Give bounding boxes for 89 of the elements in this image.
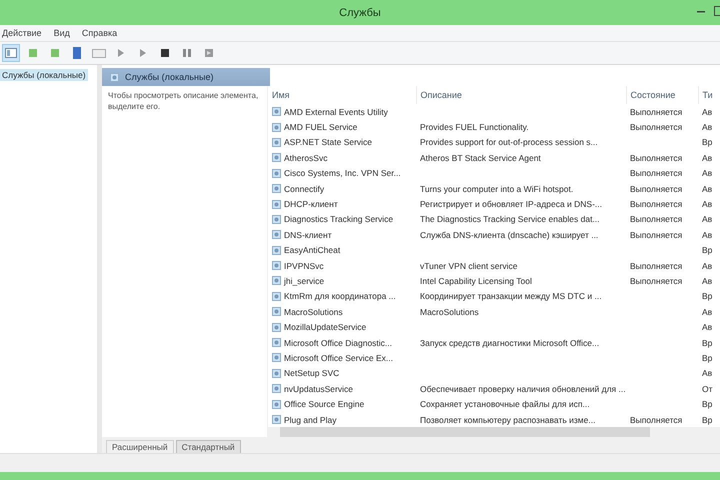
service-state: Выполняется	[630, 260, 682, 271]
view-tab[interactable]: Стандартный	[176, 440, 241, 453]
service-name: Connectify	[284, 184, 324, 194]
service-description: Provides FUEL Functionality.	[420, 122, 529, 132]
startup-type: От	[702, 384, 713, 394]
service-description: Запуск средств диагностики Microsoft Office...	[420, 338, 600, 348]
column-header[interactable]: Ти	[698, 86, 720, 104]
service-description: MacroSolutions	[420, 306, 479, 317]
service-state: Выполняется	[630, 230, 682, 240]
service-state: Выполняется	[630, 106, 682, 117]
menu-item[interactable]: Вид	[54, 28, 70, 38]
maximize-icon[interactable]	[714, 6, 720, 16]
tree-item[interactable]: Службы (локальные)	[0, 69, 88, 81]
menu-item[interactable]: Справка	[82, 28, 118, 38]
startup-type: Ав	[702, 306, 712, 317]
startup-type: Ав	[702, 322, 712, 332]
service-name: Plug and Play	[284, 414, 336, 424]
column-header[interactable]: Описание	[416, 86, 626, 104]
play-icon	[118, 49, 124, 57]
startup-type: Вр	[702, 291, 712, 302]
scrollbar-thumb[interactable]	[280, 427, 650, 437]
startup-type: Вр	[702, 399, 712, 410]
startup-type: Ав	[702, 368, 712, 378]
startup-type: Вр	[702, 245, 712, 256]
startup-type: Вр	[702, 352, 712, 363]
service-state: Выполняется	[630, 184, 682, 194]
service-name: IPVPNSvc	[284, 260, 324, 271]
service-description: vTuner VPN client service	[420, 260, 518, 271]
service-name: Diagnostics Tracking Service	[284, 214, 394, 224]
startup-type: Ав	[702, 276, 712, 286]
startup-type: Ав	[702, 260, 712, 271]
startup-type: Ав	[702, 199, 712, 210]
service-name: AtherosSvc	[284, 152, 328, 163]
service-name: MacroSolutions	[284, 306, 343, 317]
service-name: ASP.NET State Service	[284, 137, 372, 148]
service-state: Выполняется	[630, 214, 682, 224]
stop-icon	[161, 49, 169, 57]
service-name: nvUpdatusService	[284, 384, 353, 394]
column-header[interactable]: Состояние	[626, 86, 698, 104]
startup-type: Ав	[702, 106, 712, 117]
service-description: Служба DNS-клиента (dnscache) кэширует ...	[420, 230, 598, 240]
service-name: DNS-клиент	[284, 230, 332, 240]
service-name: Microsoft Office Diagnostic...	[284, 338, 392, 348]
service-name: MozillaUpdateService	[284, 322, 366, 332]
service-state: Выполняется	[630, 152, 682, 163]
startup-type: Ав	[702, 184, 712, 194]
service-state: Выполняется	[630, 168, 682, 178]
service-name: Cisco Systems, Inc. VPN Ser...	[284, 168, 401, 178]
service-description: The Diagnostics Tracking Service enables dat...	[420, 214, 600, 224]
startup-type: Ав	[702, 214, 712, 224]
service-state: Выполняется	[630, 122, 682, 132]
view-icon	[5, 48, 17, 58]
service-description: Atheros BT Stack Service Agent	[420, 152, 541, 163]
description-hint: Чтобы просмотреть описание элемента, выделите его.	[108, 91, 258, 111]
startup-type: Ав	[702, 168, 712, 178]
service-state: Выполняется	[630, 199, 682, 210]
console-icon	[92, 48, 106, 58]
service-description: Intel Capability Licensing Tool	[420, 276, 532, 286]
play-icon	[140, 49, 146, 57]
pause-icon	[183, 49, 191, 57]
window-title: Службы	[339, 6, 381, 18]
service-description: Turns your computer into a WiFi hotspot.	[420, 184, 574, 194]
service-state: Выполняется	[630, 414, 682, 424]
service-name: Office Source Engine	[284, 399, 364, 410]
service-name: KtmRm для координатора ...	[284, 291, 396, 302]
service-description: Координирует транзакции между MS DTC и ...	[420, 291, 602, 302]
service-name: AMD FUEL Service	[284, 122, 358, 132]
startup-type: Ав	[702, 230, 712, 240]
column-header[interactable]: Имя	[268, 86, 416, 104]
service-state: Выполняется	[630, 276, 682, 286]
startup-type: Ав	[702, 122, 712, 132]
service-name: NetSetup SVC	[284, 368, 340, 378]
startup-type: Вр	[702, 137, 712, 148]
menu-item[interactable]: Действие	[2, 28, 42, 38]
service-description: Обеспечивает проверку наличия обновлений для ...	[420, 384, 626, 394]
service-name: Microsoft Office Service Ex...	[284, 352, 393, 363]
service-name: AMD External Events Utility	[284, 106, 388, 117]
panel-title: Службы (локальные)	[125, 72, 214, 82]
startup-type: Вр	[702, 338, 712, 348]
service-description: Регистрирует и обновляет IP-адреса и DNS-...	[420, 199, 602, 210]
service-description: Позволяет компьютеру распознавать изме...	[420, 414, 596, 424]
startup-type: Ав	[702, 152, 712, 163]
service-description: Provides support for out-of-process session s...	[420, 137, 598, 148]
service-name: jhi_service	[284, 276, 324, 286]
service-name: EasyAntiCheat	[284, 245, 340, 256]
view-tab[interactable]: Расширенный	[106, 440, 174, 453]
startup-type: Вр	[702, 414, 712, 424]
service-description: Сохраняет установочные файлы для исп...	[420, 399, 590, 410]
service-name: DHCP-клиент	[284, 199, 338, 210]
